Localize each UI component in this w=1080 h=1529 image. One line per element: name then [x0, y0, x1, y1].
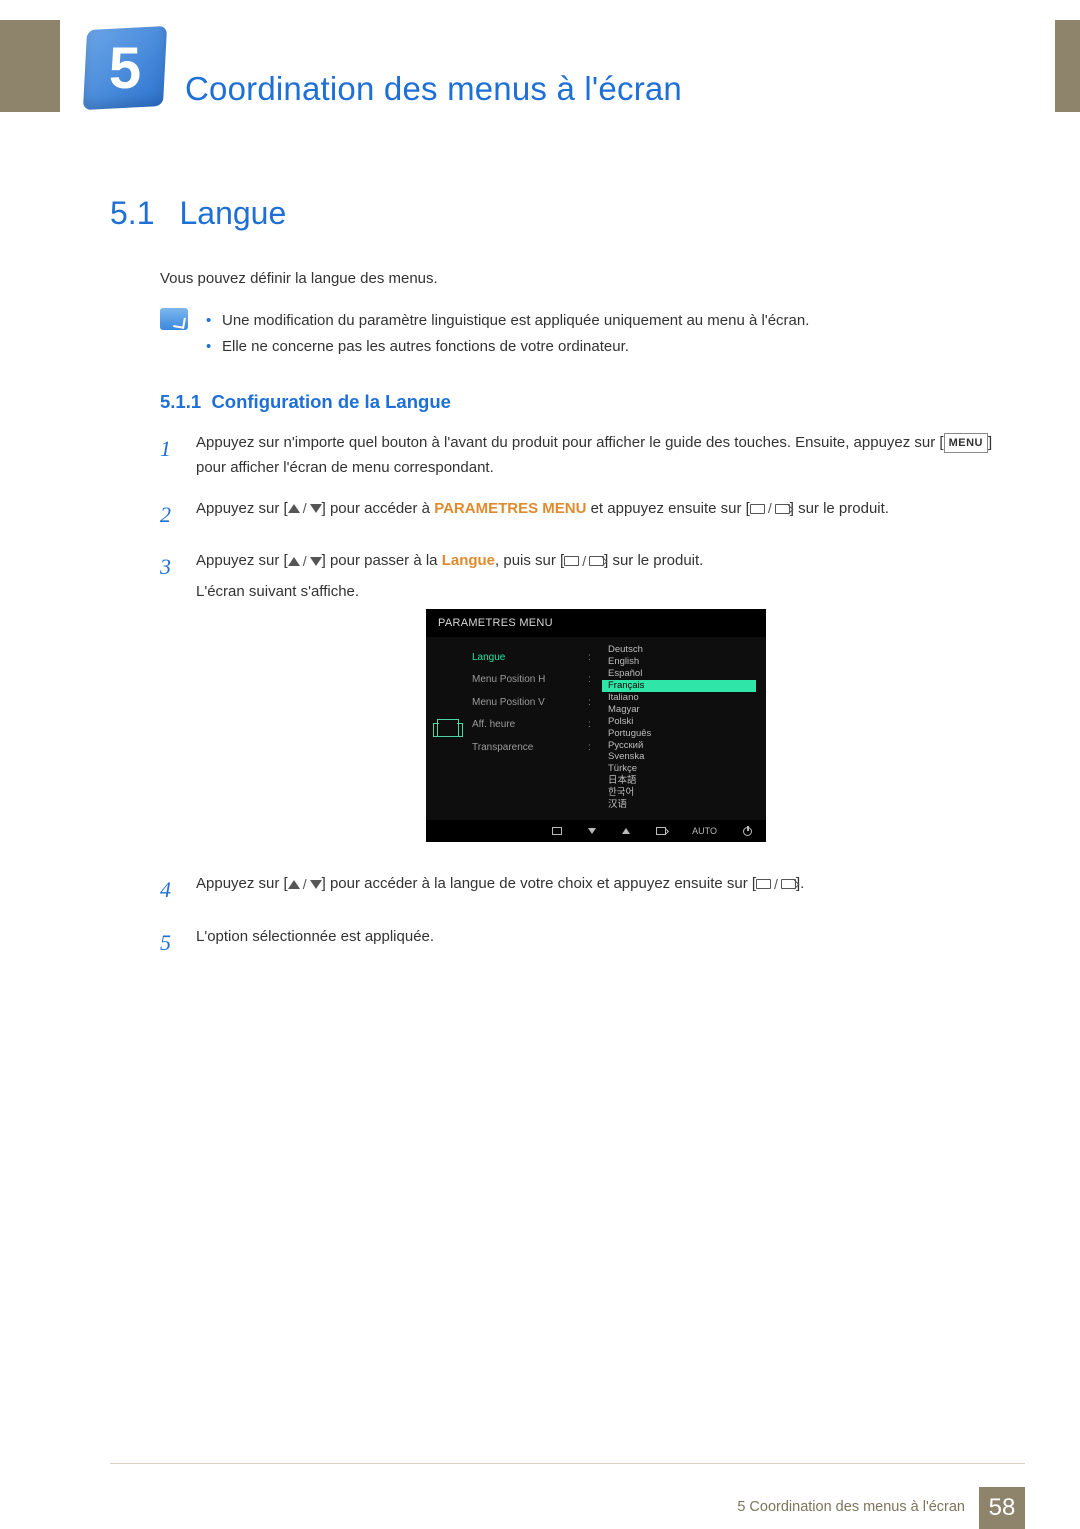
header-accent-right: [1055, 20, 1080, 112]
header-accent-left: [0, 20, 60, 112]
step-number: 4: [160, 872, 178, 908]
note-block: Une modification du paramètre linguistiq…: [160, 308, 1020, 359]
note-item: Elle ne concerne pas les autres fonction…: [206, 334, 1020, 360]
section-heading: 5.1 Langue: [110, 195, 1020, 232]
step-number: 3: [160, 549, 178, 856]
osd-language-option: Português: [602, 728, 756, 740]
osd-language-option: 日本語: [602, 776, 756, 788]
step-2: 2 Appuyez sur [/] pour accéder à PARAMET…: [160, 497, 1020, 533]
osd-language-option: Polski: [602, 716, 756, 728]
osd-nav-bar: AUTO: [426, 820, 766, 843]
select-enter-icon: /: [564, 550, 604, 573]
chapter-title: Coordination des menus à l'écran: [185, 70, 682, 108]
osd-language-option: Svenska: [602, 752, 756, 764]
page-number: 58: [979, 1487, 1025, 1529]
osd-language-option: English: [602, 657, 756, 669]
keyword-parametres-menu: PARAMETRES MENU: [434, 500, 586, 517]
menu-button-label: MENU: [944, 433, 988, 453]
up-down-icon: /: [288, 497, 322, 520]
osd-language-option: 한국어: [602, 788, 756, 800]
subsection-heading: 5.1.1 Configuration de la Langue: [160, 391, 1020, 413]
section-title: Langue: [179, 195, 286, 232]
osd-language-option: Deutsch: [602, 645, 756, 657]
osd-language-option: 汉语: [602, 800, 756, 812]
note-icon: [160, 308, 188, 330]
osd-title: PARAMETRES MENU: [426, 609, 766, 637]
osd-language-option: Français: [602, 680, 756, 692]
keyword-langue: Langue: [442, 552, 495, 569]
osd-language-option: Русский: [602, 740, 756, 752]
osd-language-list: DeutschEnglishEspañolFrançaisItalianoMag…: [602, 645, 766, 812]
osd-category-icon: [437, 719, 459, 737]
chapter-header: 5 Coordination des menus à l'écran: [0, 20, 1080, 112]
step-4: 4 Appuyez sur [/] pour accéder à la lang…: [160, 872, 1020, 908]
up-icon: [622, 828, 630, 834]
osd-language-option: Español: [602, 669, 756, 681]
osd-language-option: Magyar: [602, 704, 756, 716]
up-down-icon: /: [288, 550, 322, 573]
chapter-badge: 5: [85, 28, 165, 108]
intro-text: Vous pouvez définir la langue des menus.: [160, 267, 1020, 290]
step-3: 3 Appuyez sur [/] pour passer à la Langu…: [160, 549, 1020, 856]
power-icon: [743, 827, 752, 836]
up-down-icon: /: [288, 873, 322, 896]
select-enter-icon: /: [756, 873, 796, 896]
enter-icon: [656, 827, 666, 835]
footer-chapter-ref: 5 Coordination des menus à l'écran: [737, 1487, 979, 1529]
step-1: 1 Appuyez sur n'importe quel bouton à l'…: [160, 431, 1020, 481]
step-5: 5 L'option sélectionnée est appliquée.: [160, 925, 1020, 961]
osd-menu-items: Langue Menu Position H Menu Position V A…: [470, 645, 588, 812]
step-number: 5: [160, 925, 178, 961]
down-icon: [588, 828, 596, 834]
step-number: 1: [160, 431, 178, 481]
osd-auto-label: AUTO: [692, 824, 717, 839]
section-number: 5.1: [110, 195, 154, 232]
note-item: Une modification du paramètre linguistiq…: [206, 308, 1020, 334]
step-number: 2: [160, 497, 178, 533]
osd-nav-icon: [552, 827, 562, 835]
osd-screenshot: PARAMETRES MENU Langue Menu Position H M…: [426, 609, 766, 843]
select-enter-icon: /: [750, 497, 790, 520]
osd-language-option: Italiano: [602, 692, 756, 704]
chapter-number: 5: [109, 35, 141, 102]
